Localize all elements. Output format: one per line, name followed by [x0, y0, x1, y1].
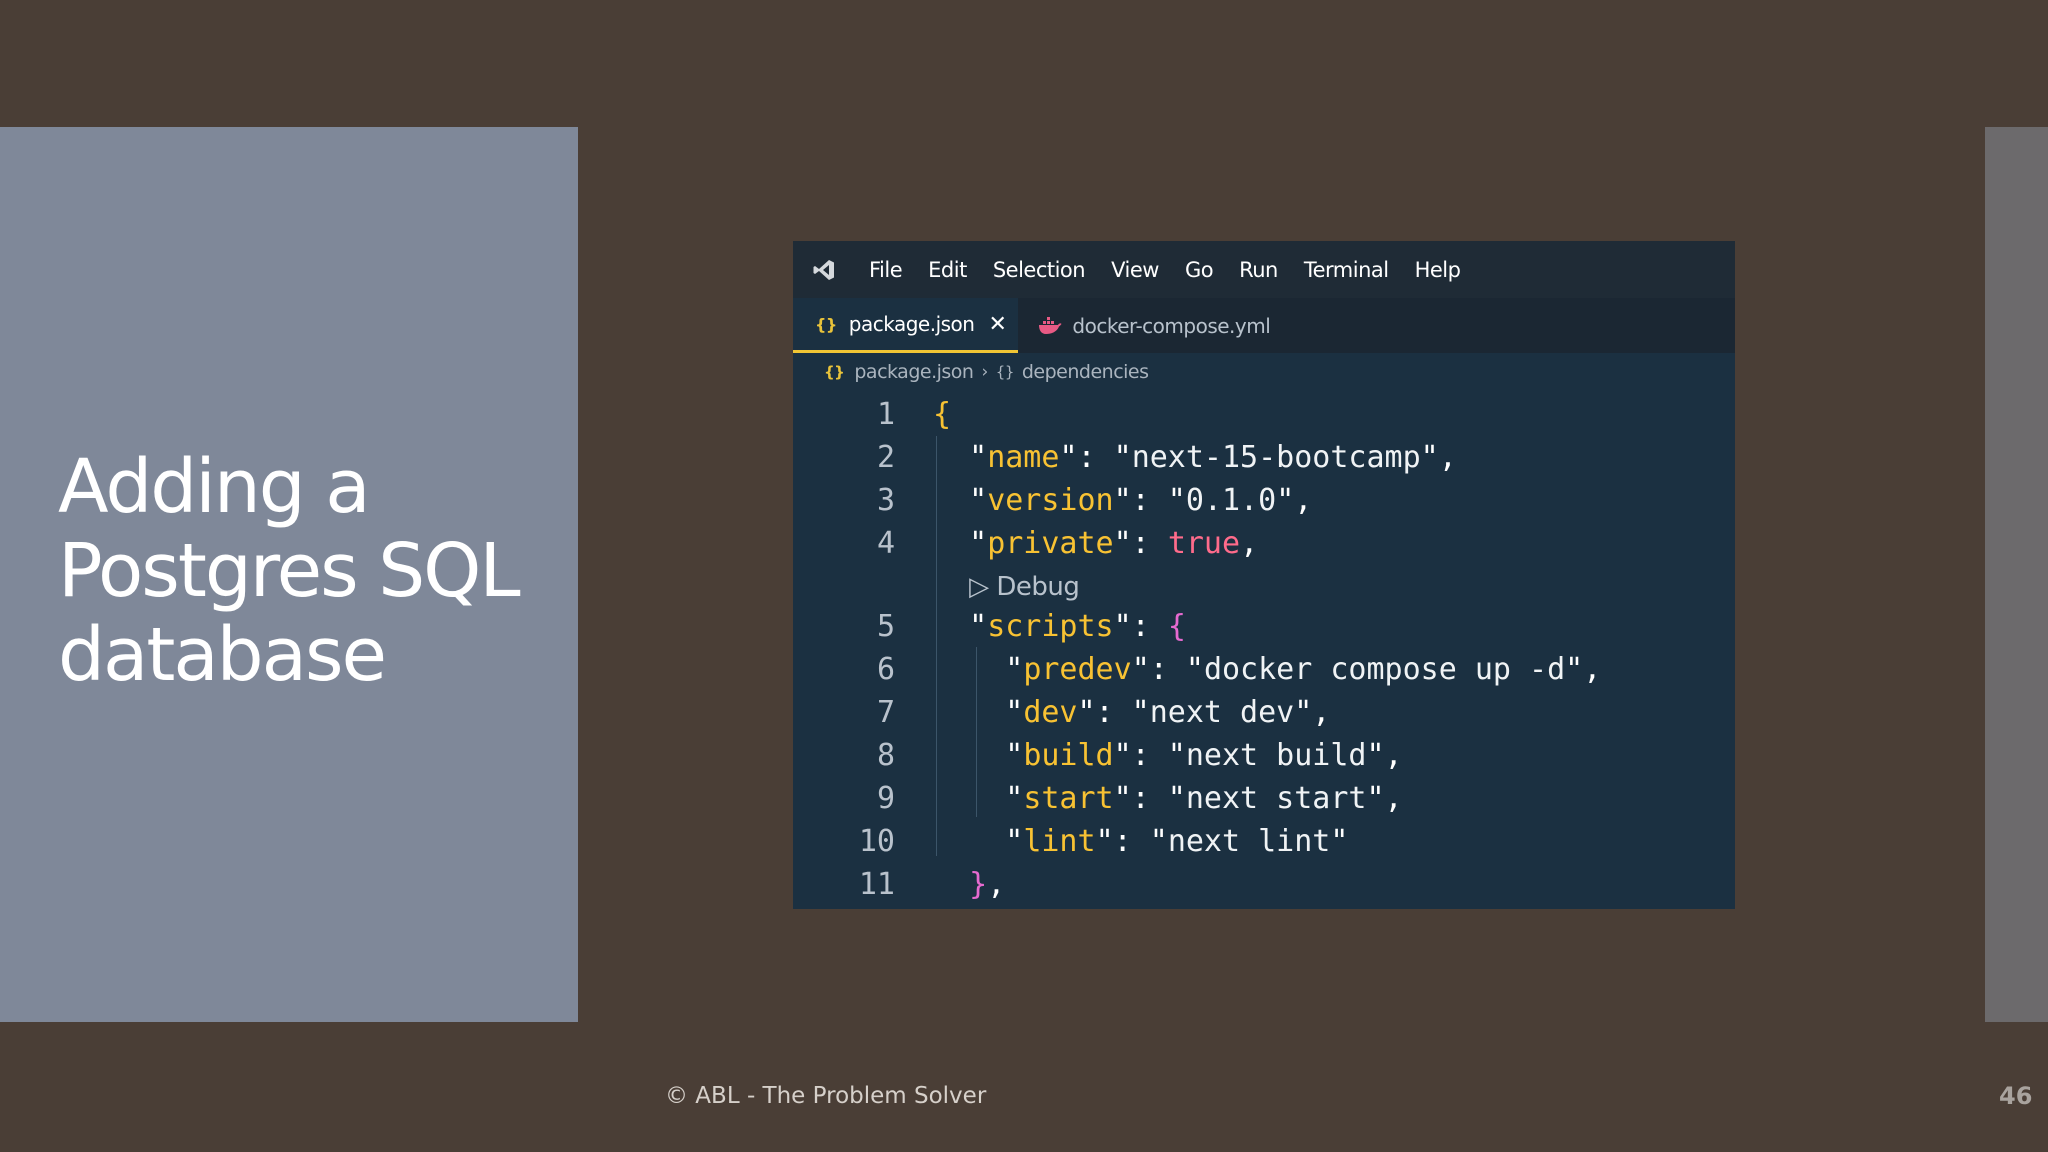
- vscode-logo-icon: [810, 256, 838, 284]
- line-number: 4: [876, 526, 895, 561]
- json-value: next build: [1185, 738, 1367, 773]
- code-line: 11 },: [793, 863, 1735, 906]
- line-number: 11: [858, 867, 895, 902]
- menu-terminal[interactable]: Terminal: [1291, 258, 1402, 282]
- tab-package-json[interactable]: {} package.json ✕: [793, 298, 1019, 353]
- line-number: 3: [876, 483, 895, 518]
- json-braces-icon: {}: [824, 363, 845, 381]
- menu-selection[interactable]: Selection: [980, 258, 1098, 282]
- json-value: true: [1167, 526, 1241, 561]
- vscode-screenshot: File Edit Selection View Go Run Terminal…: [793, 241, 1735, 909]
- menu-file[interactable]: File: [856, 258, 915, 282]
- codelens-debug[interactable]: ▷ Debug: [793, 565, 1735, 605]
- line-number: 10: [858, 824, 895, 859]
- json-key: start: [1023, 781, 1114, 816]
- menu-edit[interactable]: Edit: [915, 258, 980, 282]
- next-slide-edge: [1985, 127, 2048, 1022]
- line-number: 5: [876, 609, 895, 644]
- json-value: 0.1.0: [1185, 483, 1277, 518]
- json-key: predev: [1023, 652, 1132, 687]
- codelens-label: Debug: [996, 571, 1080, 602]
- json-value: next start: [1185, 781, 1367, 816]
- line-number: 8: [876, 738, 895, 773]
- code-line: 9 "start": "next start",: [793, 777, 1735, 820]
- code-area[interactable]: 1 { 2 "name": "next-15-bootcamp", 3 "ver…: [793, 391, 1735, 906]
- tab-bar: {} package.json ✕ docker-compose.yml: [793, 298, 1735, 353]
- tab-label: docker-compose.yml: [1072, 313, 1271, 338]
- play-outline-icon: ▷: [969, 571, 989, 602]
- tab-label: package.json: [848, 312, 975, 336]
- slide-page-number: 46: [1999, 1082, 2033, 1110]
- code-line: 7 "dev": "next dev",: [793, 691, 1735, 734]
- menu-help[interactable]: Help: [1402, 258, 1474, 282]
- breadcrumb-symbol[interactable]: dependencies: [1022, 361, 1149, 383]
- slide-title-line: Postgres SQL: [58, 528, 521, 614]
- line-number: 9: [876, 781, 895, 816]
- docker-whale-icon: [1038, 316, 1062, 335]
- line-number: 6: [876, 652, 895, 687]
- code-line: 2 "name": "next-15-bootcamp",: [793, 436, 1735, 479]
- json-key: lint: [1023, 824, 1096, 859]
- code-line: 1 {: [793, 393, 1735, 436]
- menu-go[interactable]: Go: [1172, 258, 1226, 282]
- menu-bar: File Edit Selection View Go Run Terminal…: [793, 241, 1735, 298]
- line-number: 1: [876, 397, 895, 432]
- line-number: 7: [876, 695, 895, 730]
- json-key: scripts: [987, 609, 1114, 644]
- slide-title-line: Adding a: [58, 444, 371, 530]
- close-icon[interactable]: ✕: [988, 312, 1006, 337]
- tab-docker-compose[interactable]: docker-compose.yml: [1018, 298, 1282, 353]
- menu-view[interactable]: View: [1098, 258, 1172, 282]
- slide-footer: © ABL - The Problem Solver: [665, 1083, 987, 1109]
- json-key: name: [987, 440, 1060, 475]
- code-line: 3 "version": "0.1.0",: [793, 479, 1735, 522]
- json-value: next dev: [1149, 695, 1295, 730]
- chevron-right-icon: ›: [981, 362, 988, 382]
- json-key: version: [987, 483, 1114, 518]
- code-line: 4 "private": true,: [793, 522, 1735, 565]
- json-braces-icon: {}: [815, 314, 837, 334]
- json-value: docker compose up -d: [1203, 652, 1566, 687]
- code-line: 10 "lint": "next lint": [793, 820, 1735, 863]
- json-value: next-15-bootcamp: [1131, 440, 1421, 475]
- code-line: 8 "build": "next build",: [793, 734, 1735, 777]
- json-key: private: [987, 526, 1114, 561]
- json-key: build: [1023, 738, 1114, 773]
- breadcrumb: {} package.json › {} dependencies: [793, 353, 1735, 391]
- object-braces-icon: {}: [995, 363, 1015, 381]
- code-line: 6 "predev": "docker compose up -d",: [793, 648, 1735, 691]
- breadcrumb-file[interactable]: package.json: [854, 361, 974, 383]
- slide-title-line: database: [58, 612, 387, 698]
- line-number: 2: [876, 440, 895, 475]
- json-value: next lint: [1167, 824, 1331, 859]
- menu-run[interactable]: Run: [1226, 258, 1291, 282]
- slide-title: Adding a Postgres SQL database: [58, 445, 568, 697]
- json-key: dev: [1023, 695, 1078, 730]
- code-line: 5 "scripts": {: [793, 605, 1735, 648]
